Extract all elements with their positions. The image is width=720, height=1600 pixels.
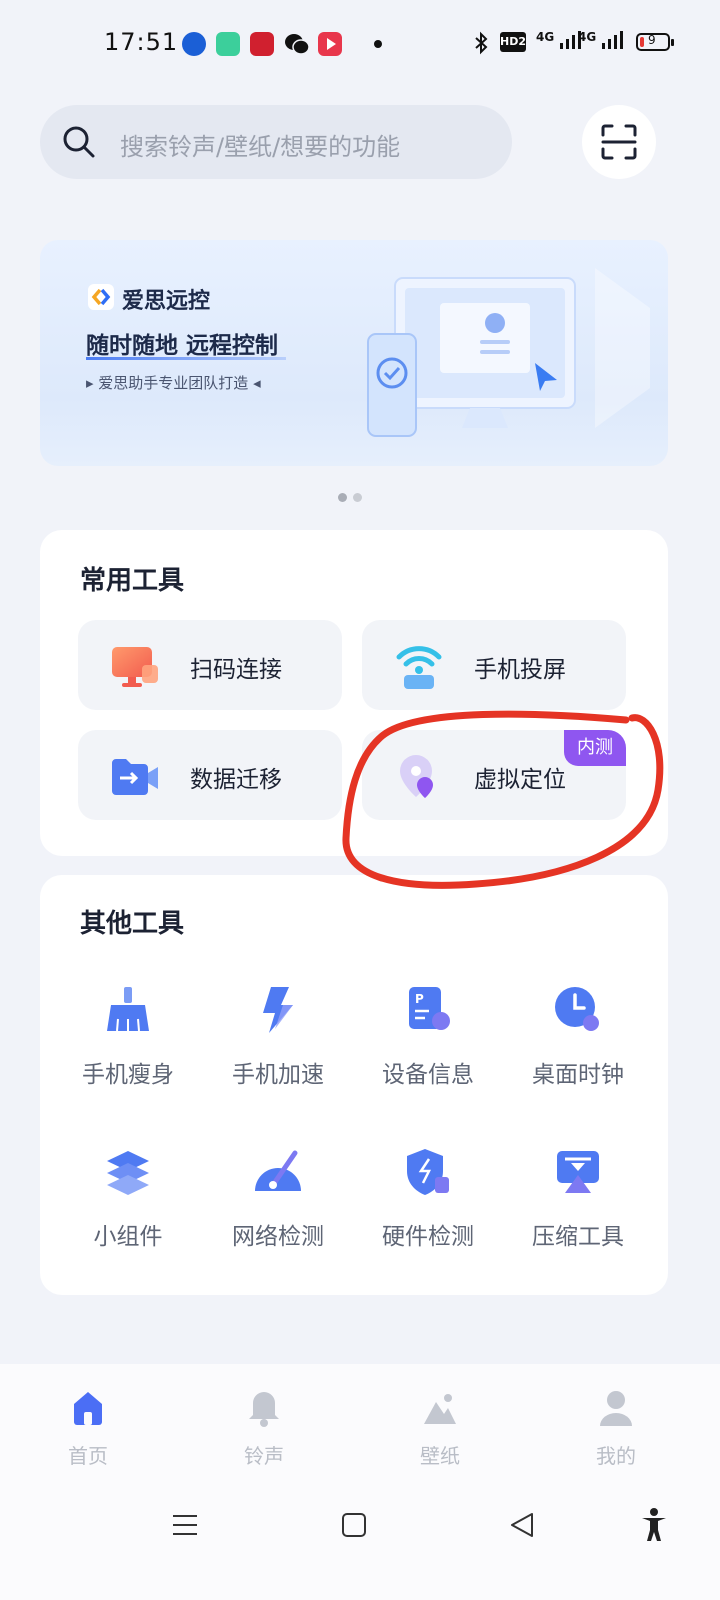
tool-label: 设备信息 — [382, 1062, 474, 1088]
tool-widgets[interactable]: 小组件 — [53, 1147, 203, 1277]
tool-desk-clock[interactable]: 桌面时钟 — [503, 985, 653, 1115]
home-icon — [74, 1392, 102, 1425]
tool-label: 数据迁移 — [190, 767, 282, 793]
signal-4g-1: 4G — [536, 30, 582, 54]
banner-underline — [86, 357, 286, 360]
bank-red-app-icon — [250, 32, 274, 56]
lightning-icon — [263, 987, 293, 1033]
other-tools-card: 其他工具 手机瘦身 手机加速 P 设备信息 桌面时钟 小组件 网络检测 硬件检测… — [40, 875, 668, 1295]
nav-label: 我的 — [596, 1444, 636, 1468]
nav-wallpaper[interactable]: 壁纸 — [390, 1388, 490, 1468]
cast-icon — [396, 646, 442, 689]
speedometer-icon — [255, 1150, 301, 1191]
net2-label: 4G — [578, 30, 597, 44]
tool-label: 小组件 — [93, 1224, 163, 1250]
bottom-nav: 首页 铃声 壁纸 我的 — [0, 1364, 720, 1600]
user-icon — [600, 1391, 632, 1426]
battery-level: 9 — [648, 33, 656, 47]
other-tools-title: 其他工具 — [80, 909, 185, 939]
net1-label: 4G — [536, 30, 555, 44]
menu-icon[interactable] — [172, 1512, 198, 1538]
tool-label: 手机加速 — [232, 1062, 324, 1088]
tool-label: 手机投屏 — [474, 657, 566, 683]
brand-logo-icon — [88, 284, 114, 310]
tool-phone-boost[interactable]: 手机加速 — [203, 985, 353, 1115]
video-app-icon — [318, 32, 342, 56]
promo-banner[interactable]: 爱思远控 随时随地 远程控制 ▸ 爱思助手专业团队打造 ◂ — [40, 240, 668, 466]
search-placeholder: 搜索铃声/壁纸/想要的功能 — [120, 133, 401, 161]
tool-label: 桌面时钟 — [532, 1062, 624, 1088]
tool-data-migration[interactable]: 数据迁移 — [78, 730, 342, 820]
annotation-circle — [342, 710, 664, 889]
nav-label: 壁纸 — [420, 1444, 460, 1468]
search-input[interactable]: 搜索铃声/壁纸/想要的功能 — [40, 105, 512, 179]
nav-label: 铃声 — [244, 1444, 284, 1468]
nav-label: 首页 — [68, 1444, 108, 1468]
green-app-icon — [216, 32, 240, 56]
nav-ringtone[interactable]: 铃声 — [214, 1388, 314, 1468]
svg-text:P: P — [415, 992, 424, 1006]
accessibility-icon[interactable] — [640, 1508, 668, 1542]
scan-button[interactable] — [582, 105, 656, 179]
scan-icon — [601, 124, 637, 160]
status-bar: 17:51 HD2 4G 4G 9 — [0, 0, 720, 90]
tool-label: 扫码连接 — [190, 657, 282, 683]
nav-profile[interactable]: 我的 — [566, 1388, 666, 1468]
bluetooth-icon — [472, 31, 490, 59]
broom-icon — [107, 987, 149, 1032]
banner-pagination — [338, 487, 368, 506]
tool-device-info[interactable]: P 设备信息 — [353, 985, 503, 1115]
tool-label: 硬件检测 — [382, 1224, 474, 1250]
banner-subtitle: ▸ 爱思助手专业团队打造 ◂ — [86, 374, 261, 392]
banner-title: 随时随地 远程控制 — [86, 333, 279, 359]
tool-network-test[interactable]: 网络检测 — [203, 1147, 353, 1277]
video-folder-icon — [112, 759, 158, 795]
tool-scan-connect[interactable]: 扫码连接 — [78, 620, 342, 710]
page-dot — [353, 493, 362, 502]
wechat-icon — [284, 32, 310, 56]
brand-name: 爱思远控 — [122, 289, 211, 314]
clock-icon — [555, 987, 599, 1031]
tool-screen-cast[interactable]: 手机投屏 — [362, 620, 626, 710]
tool-hardware-test[interactable]: 硬件检测 — [353, 1147, 503, 1277]
search-icon — [63, 126, 95, 158]
tool-phone-cleanup[interactable]: 手机瘦身 — [53, 985, 203, 1115]
back-icon[interactable] — [509, 1512, 535, 1538]
tool-label: 手机瘦身 — [82, 1062, 174, 1088]
mountain-icon — [424, 1394, 456, 1424]
tool-compress[interactable]: 压缩工具 — [503, 1147, 653, 1277]
hd-icon: HD2 — [500, 32, 526, 52]
common-tools-title: 常用工具 — [80, 566, 185, 596]
nav-home[interactable]: 首页 — [38, 1388, 138, 1468]
monitor-icon — [112, 647, 158, 687]
signal-4g-2: 4G — [578, 30, 624, 54]
home-square-icon[interactable] — [341, 1512, 367, 1538]
layers-icon — [107, 1151, 149, 1195]
bell-icon — [249, 1392, 279, 1427]
page-dot-active — [338, 493, 347, 502]
device-info-icon: P — [409, 987, 450, 1030]
tool-label: 压缩工具 — [532, 1224, 624, 1250]
compress-icon — [557, 1151, 599, 1193]
notification-dot — [374, 40, 382, 48]
tool-label: 网络检测 — [232, 1224, 324, 1250]
status-time: 17:51 — [104, 28, 179, 56]
battery-icon: 9 — [636, 33, 674, 51]
remote-control-illustration — [367, 268, 650, 437]
shield-icon — [407, 1149, 449, 1195]
bank-app-icon — [182, 32, 206, 56]
